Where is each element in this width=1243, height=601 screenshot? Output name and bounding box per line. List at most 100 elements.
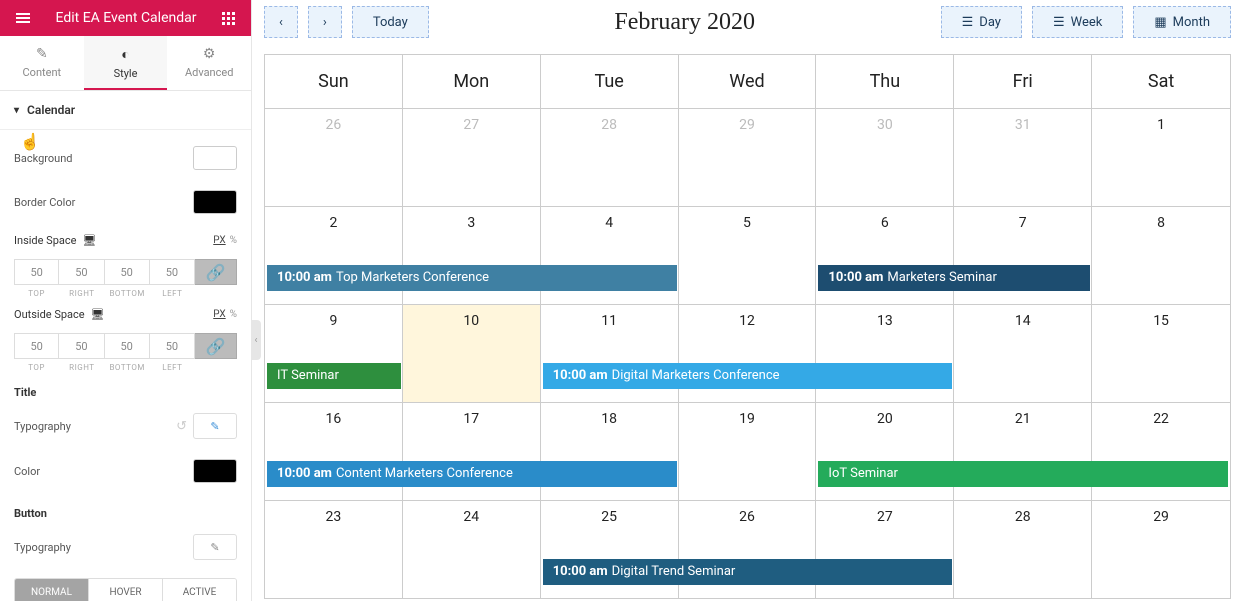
tab-style[interactable]: ◐Style bbox=[84, 36, 168, 90]
gear-icon: ⚙ bbox=[167, 46, 251, 62]
inside-link-button[interactable]: 🔗 bbox=[195, 259, 237, 285]
calendar-event[interactable]: 10:00 amDigital Marketers Conference bbox=[543, 363, 953, 389]
next-button[interactable]: › bbox=[308, 6, 342, 38]
border-color-swatch[interactable] bbox=[193, 190, 237, 214]
outside-link-button[interactable]: 🔗 bbox=[195, 333, 237, 359]
unit-pct-2[interactable]: % bbox=[230, 309, 237, 320]
day-cell[interactable]: 1 bbox=[1092, 109, 1230, 207]
typography-edit-button[interactable]: ✎ bbox=[193, 413, 237, 439]
outside-left-input[interactable] bbox=[150, 333, 195, 359]
chevron-left-icon: ‹ bbox=[279, 15, 283, 30]
calendar-grid: SunMonTueWedThuFriSat 262728293031123456… bbox=[264, 54, 1231, 599]
day-cell[interactable]: 29 bbox=[1092, 501, 1230, 599]
outside-top-input[interactable] bbox=[14, 333, 59, 359]
day-cell[interactable]: 15 bbox=[1092, 305, 1230, 403]
day-cell[interactable]: 29 bbox=[679, 109, 817, 207]
inside-left-input[interactable] bbox=[150, 259, 195, 285]
view-week-button[interactable]: ☰Week bbox=[1032, 6, 1123, 38]
day-cell[interactable]: 24 bbox=[403, 501, 541, 599]
panel-body: ▾ Calendar Background Border Color Insid… bbox=[0, 91, 251, 601]
button-state-tabs: NORMAL HOVER ACTIVE bbox=[14, 578, 237, 601]
unit-px[interactable]: PX bbox=[213, 235, 225, 246]
outside-bottom-input[interactable] bbox=[105, 333, 150, 359]
calendar-controls: Background Border Color Inside Space🖥 PX… bbox=[0, 130, 251, 601]
inside-top-input[interactable] bbox=[14, 259, 59, 285]
title-group-label: Title bbox=[14, 372, 237, 403]
outside-space-inputs: TOP RIGHT BOTTOM LEFT 🔗 bbox=[14, 333, 237, 372]
weekday-header-cell: Fri bbox=[954, 55, 1092, 109]
button-typography-edit[interactable]: ✎ bbox=[193, 534, 237, 560]
inside-bottom-input[interactable] bbox=[105, 259, 150, 285]
link-icon: 🔗 bbox=[206, 337, 226, 356]
calendar-event[interactable]: 10:00 amContent Marketers Conference bbox=[267, 461, 677, 487]
list-icon: ☰ bbox=[1053, 15, 1065, 30]
prev-button[interactable]: ‹ bbox=[264, 6, 298, 38]
view-month-button[interactable]: ▦Month bbox=[1133, 6, 1231, 38]
calendar-weekday-header: SunMonTueWedThuFriSat bbox=[265, 55, 1230, 109]
caret-down-icon: ▾ bbox=[14, 105, 19, 116]
link-icon: 🔗 bbox=[206, 263, 226, 282]
day-cell[interactable]: 8 bbox=[1092, 207, 1230, 305]
day-cell[interactable]: 14 bbox=[954, 305, 1092, 403]
day-cell[interactable]: 27 bbox=[403, 109, 541, 207]
button-typography-label: Typography bbox=[14, 541, 71, 554]
outside-right-input[interactable] bbox=[59, 333, 104, 359]
day-cell[interactable]: 19 bbox=[679, 403, 817, 501]
weekday-header-cell: Wed bbox=[679, 55, 817, 109]
calendar-event[interactable]: 10:00 amMarketers Seminar bbox=[818, 265, 1090, 291]
calendar-event[interactable]: 10:00 amTop Marketers Conference bbox=[267, 265, 677, 291]
section-calendar-toggle[interactable]: ▾ Calendar bbox=[0, 91, 251, 130]
unit-px-2[interactable]: PX bbox=[213, 309, 225, 320]
desktop-icon[interactable]: 🖥 bbox=[82, 234, 96, 247]
pencil-icon: ✎ bbox=[210, 420, 219, 433]
day-cell[interactable]: 23 bbox=[265, 501, 403, 599]
calendar-week-row: 2627282930311 bbox=[265, 109, 1230, 207]
button-group-label: Button bbox=[14, 493, 237, 524]
pencil-icon: ✎ bbox=[0, 46, 84, 62]
calendar-week-row: 9101112131415IT Seminar10:00 amDigital M… bbox=[265, 305, 1230, 403]
undo-icon[interactable]: ↺ bbox=[176, 419, 187, 434]
desktop-icon[interactable]: 🖥 bbox=[91, 308, 105, 321]
title-color-label: Color bbox=[14, 465, 40, 478]
tab-advanced[interactable]: ⚙Advanced bbox=[167, 36, 251, 90]
hamburger-icon bbox=[16, 17, 30, 19]
main-area: ‹ › Today February 2020 ☰Day ☰Week ▦Mont… bbox=[252, 0, 1243, 601]
day-cell[interactable]: 26 bbox=[265, 109, 403, 207]
day-cell[interactable]: 10 bbox=[403, 305, 541, 403]
today-button[interactable]: Today bbox=[352, 6, 429, 38]
collapse-panel-button[interactable]: ‹ bbox=[251, 320, 261, 360]
menu-button[interactable] bbox=[10, 17, 36, 19]
inside-space-label: Inside Space🖥 bbox=[14, 234, 96, 247]
title-color-swatch[interactable] bbox=[193, 459, 237, 483]
calendar-toolbar: ‹ › Today February 2020 ☰Day ☰Week ▦Mont… bbox=[264, 0, 1231, 54]
state-hover[interactable]: HOVER bbox=[88, 579, 162, 601]
unit-pct[interactable]: % bbox=[230, 235, 237, 246]
view-day-button[interactable]: ☰Day bbox=[941, 6, 1022, 38]
calendar-event[interactable]: IoT Seminar bbox=[818, 461, 1228, 487]
chevron-left-icon: ‹ bbox=[254, 335, 257, 346]
state-normal[interactable]: NORMAL bbox=[15, 579, 88, 601]
weekday-header-cell: Sat bbox=[1092, 55, 1230, 109]
sidebar-header: Edit EA Event Calendar bbox=[0, 0, 251, 36]
inside-space-inputs: TOP RIGHT BOTTOM LEFT 🔗 bbox=[14, 259, 237, 298]
month-title: February 2020 bbox=[439, 9, 931, 36]
weekday-header-cell: Mon bbox=[403, 55, 541, 109]
background-color-swatch[interactable] bbox=[193, 146, 237, 170]
tab-content[interactable]: ✎Content bbox=[0, 36, 84, 90]
day-cell[interactable]: 28 bbox=[954, 501, 1092, 599]
inside-right-input[interactable] bbox=[59, 259, 104, 285]
calendar-body: 2627282930311234567810:00 amTop Marketer… bbox=[265, 109, 1230, 599]
weekday-header-cell: Thu bbox=[816, 55, 954, 109]
border-color-label: Border Color bbox=[14, 196, 75, 209]
day-cell[interactable]: 31 bbox=[954, 109, 1092, 207]
weekday-header-cell: Sun bbox=[265, 55, 403, 109]
calendar-event[interactable]: 10:00 amDigital Trend Seminar bbox=[543, 559, 953, 585]
background-label: Background bbox=[14, 152, 72, 165]
day-cell[interactable]: 30 bbox=[816, 109, 954, 207]
day-cell[interactable]: 28 bbox=[541, 109, 679, 207]
day-cell[interactable]: 5 bbox=[679, 207, 817, 305]
apps-button[interactable] bbox=[216, 12, 241, 25]
state-active[interactable]: ACTIVE bbox=[162, 579, 236, 601]
calendar-event[interactable]: IT Seminar bbox=[267, 363, 401, 389]
list-icon: ☰ bbox=[962, 15, 974, 30]
